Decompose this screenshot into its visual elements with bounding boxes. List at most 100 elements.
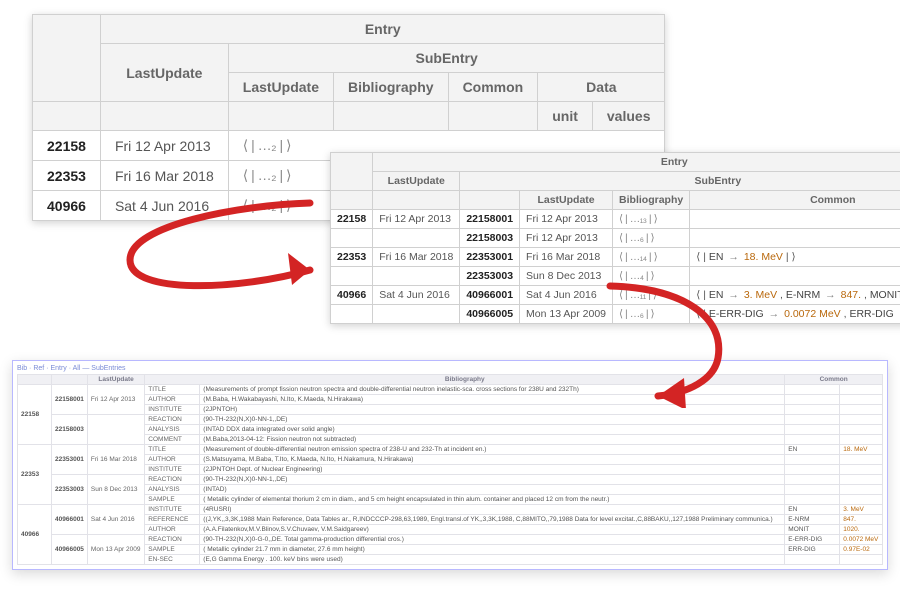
subentry-id: 22158003 xyxy=(460,229,520,248)
detail-row: 2235322353001Fri 16 Mar 2018TITLE(Measur… xyxy=(18,445,883,455)
detail-row: 22353003Sun 8 Dec 2013REACTION(90-TH-232… xyxy=(18,475,883,485)
common-values xyxy=(690,210,900,229)
bib-field-key: ANALYSIS xyxy=(145,425,200,435)
subentry-lastupdate: Fri 12 Apr 2013 xyxy=(520,210,613,229)
subentry-id: 40966001 xyxy=(52,505,88,535)
common-values: ⟨ | EN → 18. MeV | ⟩ xyxy=(690,248,900,267)
bib-field-value: (90-TH-232(N,X)0-NN-1,,DE) xyxy=(200,475,785,485)
col-lastupdate: LastUpdate xyxy=(100,44,228,102)
col-subentry: SubEntry xyxy=(460,172,900,191)
entry-id: 22353 xyxy=(18,445,52,505)
bibliography-pager[interactable]: ⟨ | …₆ | ⟩ xyxy=(613,229,690,248)
table-row[interactable]: 40966005Mon 13 Apr 2009⟨ | …₆ | ⟩⟨ | E-E… xyxy=(331,305,900,324)
subentry-id: 22353001 xyxy=(52,445,88,475)
subentry-lastupdate: Mon 13 Apr 2009 xyxy=(87,535,144,565)
subentry-id: 22353001 xyxy=(460,248,520,267)
table-row[interactable]: 40966Sat 4 Jun 201640966001Sat 4 Jun 201… xyxy=(331,286,900,305)
detail-row: COMMENT(M.Baba,2013-04-12: Fission neutr… xyxy=(18,435,883,445)
bib-field-value: (E,G Gamma Energy . 100. keV bins were u… xyxy=(200,555,785,565)
bib-field-key: TITLE xyxy=(145,385,200,395)
bib-field-key: SAMPLE xyxy=(145,545,200,555)
breadcrumb[interactable]: Bib · Ref · Entry · All — SubEntries xyxy=(17,365,883,372)
common-key: EN xyxy=(785,445,840,455)
entry-id: 40966 xyxy=(18,505,52,565)
col-common: Common xyxy=(690,191,900,210)
col-bibliography: Bibliography xyxy=(613,191,690,210)
entry-id xyxy=(331,305,373,324)
subentry-id: 22158001 xyxy=(52,385,88,415)
common-value: 847. xyxy=(840,515,883,525)
subentry-lastupdate: Fri 16 Mar 2018 xyxy=(87,445,144,475)
detail-row: REFERENCE((J,YK,,3,3K,1988 Main Referenc… xyxy=(18,515,883,525)
common-values xyxy=(690,229,900,248)
bib-field-key: REFERENCE xyxy=(145,515,200,525)
detail-row: INSTITUTE(2JPNTOH) xyxy=(18,405,883,415)
detail-row: SAMPLE( Metallic cylinder 21.7 mm in dia… xyxy=(18,545,883,555)
col-common: Common xyxy=(448,73,538,102)
bib-field-value: (S.Matsuyama, M.Baba, T.Ito, K.Maeda, N.… xyxy=(200,455,785,465)
entry-lastupdate: Sat 4 Jun 2016 xyxy=(100,191,228,221)
bib-field-value: (2JPNTOH Dept. of Nuclear Engineering) xyxy=(200,465,785,475)
bibliography-pager[interactable]: ⟨ | …₆ | ⟩ xyxy=(613,305,690,324)
common-value: 18. MeV xyxy=(840,445,883,455)
bib-field-key: SAMPLE xyxy=(145,495,200,505)
common-key: MONIT xyxy=(785,525,840,535)
bib-field-value: (90-TH-232(N,X)0-NN-1,,DE) xyxy=(200,415,785,425)
detail-row: ANALYSIS(INTAD) xyxy=(18,485,883,495)
detail-row: EN-SEC(E,G Gamma Energy . 100. keV bins … xyxy=(18,555,883,565)
bib-field-key: REACTION xyxy=(145,535,200,545)
col-sub-lastupdate: LastUpdate xyxy=(520,191,613,210)
bibliography-pager[interactable]: ⟨ | …₁₁ | ⟩ xyxy=(613,286,690,305)
subentry-lastupdate: Sat 4 Jun 2016 xyxy=(87,505,144,535)
bib-field-key: REACTION xyxy=(145,475,200,485)
bib-field-value: (90-TH-232(N,X)0-G-0,,DE. Total gamma-pr… xyxy=(200,535,785,545)
subentry-id: 40966005 xyxy=(460,305,520,324)
bib-field-value: (Measurement of double-differential neut… xyxy=(200,445,785,455)
bib-field-key: TITLE xyxy=(145,445,200,455)
col-lastupdate: LastUpdate xyxy=(87,375,144,385)
table-row[interactable]: 22353Fri 16 Mar 201822353001Fri 16 Mar 2… xyxy=(331,248,900,267)
table-row[interactable]: 22353003Sun 8 Dec 2013⟨ | …₄ | ⟩ xyxy=(331,267,900,286)
entry-id: 22353 xyxy=(331,248,373,267)
bib-field-key: ANALYSIS xyxy=(145,485,200,495)
common-values xyxy=(690,267,900,286)
bib-field-key: INSTITUTE xyxy=(145,405,200,415)
detail-row: 4096640966001Sat 4 Jun 2016INSTITUTE(4RU… xyxy=(18,505,883,515)
bib-field-value: (4RUSRI) xyxy=(200,505,785,515)
subentry-id: 40966005 xyxy=(52,535,88,565)
table-row[interactable]: 22158Fri 12 Apr 201322158001Fri 12 Apr 2… xyxy=(331,210,900,229)
entries-detail-table: LastUpdate Bibliography Common 221582215… xyxy=(17,374,883,565)
entries-detail-panel: Bib · Ref · Entry · All — SubEntries Las… xyxy=(12,360,888,570)
bibliography-pager[interactable]: ⟨ | …₁₄ | ⟩ xyxy=(613,248,690,267)
subentry-lastupdate: Fri 16 Mar 2018 xyxy=(520,248,613,267)
subentry-lastupdate: Sat 4 Jun 2016 xyxy=(520,286,613,305)
subentry-lastupdate: Mon 13 Apr 2009 xyxy=(520,305,613,324)
bibliography-pager[interactable]: ⟨ | …₁₃ | ⟩ xyxy=(613,210,690,229)
detail-row: 22158003REACTION(90-TH-232(N,X)0-NN-1,,D… xyxy=(18,415,883,425)
table-row[interactable]: 22158003Fri 12 Apr 2013⟨ | …₆ | ⟩ xyxy=(331,229,900,248)
entries-expanded-table: Entry LastUpdate SubEntry LastUpdate Bib… xyxy=(330,152,900,324)
common-values: ⟨ | EN → 3. MeV , E-NRM → 847. , MONIT →… xyxy=(690,286,900,305)
subentry-lastupdate: Fri 12 Apr 2013 xyxy=(520,229,613,248)
entry-id xyxy=(331,229,373,248)
bib-field-value: ( Metallic cylinder of elemental thorium… xyxy=(200,495,785,505)
detail-row: AUTHOR(S.Matsuyama, M.Baba, T.Ito, K.Mae… xyxy=(18,455,883,465)
col-bibliography: Bibliography xyxy=(334,73,449,102)
subentry-id: 22353003 xyxy=(52,475,88,505)
detail-row: 2215822158001Fri 12 Apr 2013TITLE(Measur… xyxy=(18,385,883,395)
common-key: E-ERR-DIG xyxy=(785,535,840,545)
common-key: ERR-DIG xyxy=(785,545,840,555)
bibliography-pager[interactable]: ⟨ | …₄ | ⟩ xyxy=(613,267,690,286)
entry-id: 22158 xyxy=(33,131,101,161)
bib-field-key: EN-SEC xyxy=(145,555,200,565)
common-value: 1020. xyxy=(840,525,883,535)
subentry-lastupdate: Sun 8 Dec 2013 xyxy=(87,475,144,505)
entry-id xyxy=(331,267,373,286)
common-values: ⟨ | E-ERR-DIG → 0.0072 MeV , ERR-DIG → 0… xyxy=(690,305,900,324)
bib-field-value: (Measurements of prompt fission neutron … xyxy=(200,385,785,395)
bib-field-value: (A.A.Filatenkov,M.V.Blinov,S.V.Chuvaev, … xyxy=(200,525,785,535)
col-entry: Entry xyxy=(100,15,665,44)
col-lastupdate: LastUpdate xyxy=(373,172,460,191)
detail-row: AUTHOR(A.A.Filatenkov,M.V.Blinov,S.V.Chu… xyxy=(18,525,883,535)
entry-lastupdate: Fri 12 Apr 2013 xyxy=(373,210,460,229)
